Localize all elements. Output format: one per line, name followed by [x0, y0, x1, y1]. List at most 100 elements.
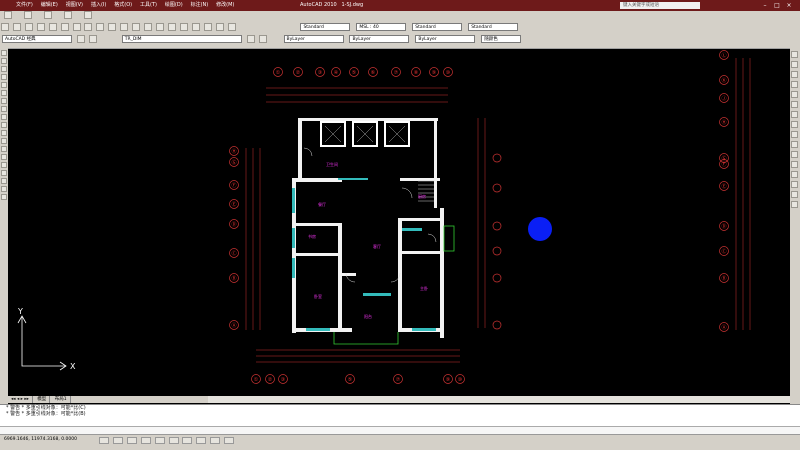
- region-icon[interactable]: [1, 178, 7, 184]
- gradient-icon[interactable]: [1, 170, 7, 176]
- print-icon[interactable]: [36, 23, 45, 31]
- color-select[interactable]: ByLayer: [283, 35, 344, 43]
- move-icon[interactable]: [791, 101, 798, 108]
- lwt-icon[interactable]: [210, 437, 221, 444]
- make-block-icon[interactable]: [1, 146, 7, 152]
- polar-icon[interactable]: [140, 437, 151, 444]
- copy-icon[interactable]: [72, 23, 81, 31]
- save-file-icon[interactable]: [24, 23, 33, 31]
- mtext-icon[interactable]: [1, 194, 7, 200]
- menu-format[interactable]: 格式(O): [114, 0, 132, 11]
- chamfer-icon[interactable]: [791, 181, 798, 188]
- arc-icon[interactable]: [1, 90, 7, 96]
- preview-icon[interactable]: [48, 23, 57, 31]
- rotate-icon[interactable]: [791, 111, 798, 118]
- menu-dimension[interactable]: 标注(N): [191, 0, 209, 11]
- redo-icon[interactable]: [83, 11, 92, 19]
- table-style-select[interactable]: Standard: [412, 23, 463, 31]
- layer-previous-icon[interactable]: [246, 35, 255, 43]
- paste-icon[interactable]: [84, 23, 93, 31]
- undo-icon[interactable]: [63, 11, 72, 19]
- explode-icon[interactable]: [791, 201, 798, 208]
- layer-manager-icon[interactable]: [88, 35, 97, 43]
- insert-block-icon[interactable]: [1, 138, 7, 144]
- tab-model[interactable]: 模型: [34, 396, 51, 403]
- erase-icon[interactable]: [791, 51, 798, 58]
- workspace-settings-icon[interactable]: [76, 35, 85, 43]
- search-input[interactable]: 键入关键字或短语: [620, 2, 700, 9]
- help-icon[interactable]: [227, 23, 236, 31]
- polygon-icon[interactable]: [1, 74, 7, 80]
- qp-icon[interactable]: [224, 437, 235, 444]
- polyline-icon[interactable]: [1, 66, 7, 72]
- match-icon[interactable]: [96, 23, 105, 31]
- zoom-previous-icon[interactable]: [167, 23, 176, 31]
- linetype-select[interactable]: ByLayer: [349, 35, 410, 43]
- plotstyle-select[interactable]: 随颜色: [481, 35, 522, 43]
- menu-edit[interactable]: 编辑(E): [41, 0, 58, 11]
- ellipse-icon[interactable]: [1, 122, 7, 128]
- ducs-icon[interactable]: [182, 437, 193, 444]
- redo-tool-icon[interactable]: [120, 23, 129, 31]
- spline-icon[interactable]: [1, 114, 7, 120]
- dyn-icon[interactable]: [196, 437, 207, 444]
- tab-layout1[interactable]: 布局1: [52, 396, 71, 403]
- open-icon[interactable]: [23, 11, 32, 19]
- copy-object-icon[interactable]: [791, 61, 798, 68]
- table-icon[interactable]: [1, 186, 7, 192]
- layer-select[interactable]: TR_DIM: [121, 35, 242, 43]
- rectangle-icon[interactable]: [1, 82, 7, 88]
- lineweight-select[interactable]: ByLayer: [415, 35, 476, 43]
- new-icon[interactable]: [4, 11, 12, 19]
- save-icon[interactable]: [43, 11, 52, 19]
- snap-icon[interactable]: [98, 437, 109, 444]
- open-file-icon[interactable]: [12, 23, 21, 31]
- design-center-icon[interactable]: [191, 23, 200, 31]
- ellipse-arc-icon[interactable]: [1, 130, 7, 136]
- zoom-window-icon[interactable]: [155, 23, 164, 31]
- hatch-icon[interactable]: [1, 162, 7, 168]
- close-icon[interactable]: ×: [784, 0, 794, 11]
- break-icon[interactable]: [791, 161, 798, 168]
- fillet-icon[interactable]: [791, 191, 798, 198]
- grid-icon[interactable]: [112, 437, 123, 444]
- properties-icon[interactable]: [179, 23, 188, 31]
- point-icon[interactable]: [1, 154, 7, 160]
- menu-view[interactable]: 视图(V): [66, 0, 83, 11]
- ortho-icon[interactable]: [126, 437, 137, 444]
- pan-icon[interactable]: [132, 23, 141, 31]
- otrack-icon[interactable]: [168, 437, 179, 444]
- dim-style-select[interactable]: MSL : 40: [356, 23, 407, 31]
- offset-icon[interactable]: [791, 81, 798, 88]
- menu-insert[interactable]: 插入(I): [91, 0, 106, 11]
- layer-state-icon[interactable]: [258, 35, 267, 43]
- construction-line-icon[interactable]: [1, 58, 7, 64]
- cut-icon[interactable]: [60, 23, 69, 31]
- stretch-icon[interactable]: [791, 131, 798, 138]
- undo-tool-icon[interactable]: [108, 23, 117, 31]
- new-file-icon[interactable]: [1, 23, 9, 31]
- circle-icon[interactable]: [1, 98, 7, 104]
- extend-icon[interactable]: [791, 151, 798, 158]
- text-style-select[interactable]: Standard: [300, 23, 351, 31]
- minimize-icon[interactable]: –: [760, 0, 770, 11]
- drawing-canvas[interactable]: ①②③④⑤⑥⑦⑧⑨⑩ ①②③⑤⑦⑨⑩ ⒽⒼⒻⒺⒹⒸⒷⒶ ⓁⓀⒿⒽⒼⒻⒺⒹⒸⒷⒶ: [8, 48, 790, 396]
- zoom-icon[interactable]: [144, 23, 153, 31]
- horizontal-scrollbar[interactable]: [208, 396, 790, 403]
- tab-nav-arrows[interactable]: ◂◂ ◂ ▸ ▸▸: [8, 396, 33, 403]
- join-icon[interactable]: [791, 171, 798, 178]
- calc-icon[interactable]: [215, 23, 224, 31]
- menu-tools[interactable]: 工具(T): [140, 0, 157, 11]
- line-icon[interactable]: [1, 50, 7, 56]
- scale-icon[interactable]: [791, 121, 798, 128]
- revcloud-icon[interactable]: [1, 106, 7, 112]
- maximize-icon[interactable]: □: [772, 0, 782, 11]
- menu-modify[interactable]: 修改(M): [216, 0, 234, 11]
- workspace-select[interactable]: AutoCAD 经典: [2, 35, 72, 43]
- array-icon[interactable]: [791, 91, 798, 98]
- multileader-style-select[interactable]: Standard: [468, 23, 519, 31]
- osnap-icon[interactable]: [154, 437, 165, 444]
- menu-file[interactable]: 文件(F): [16, 0, 33, 11]
- mirror-icon[interactable]: [791, 71, 798, 78]
- menu-draw[interactable]: 绘图(D): [165, 0, 183, 11]
